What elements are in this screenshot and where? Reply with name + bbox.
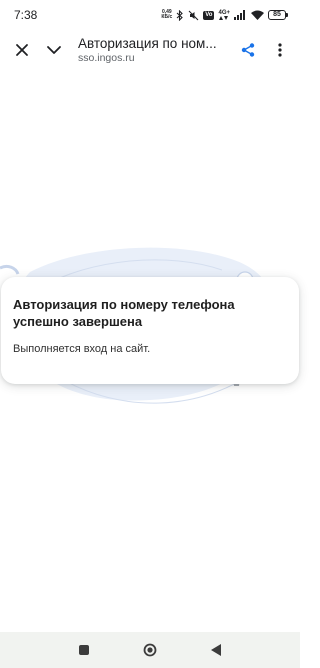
- card-title: Авторизация по номеру телефона успешно з…: [13, 297, 235, 329]
- recents-button[interactable]: [77, 643, 91, 657]
- network-indicator: 4G+: [218, 10, 230, 20]
- share-icon: [241, 43, 255, 57]
- auth-success-card: Авторизация по номеру телефона успешно з…: [1, 277, 299, 384]
- signal-icon: [234, 10, 247, 20]
- page-title: Авторизация по ном...: [78, 36, 217, 51]
- net-speed: 0,49 КБ/с: [161, 10, 172, 20]
- circle-icon: [143, 643, 157, 657]
- mute-icon: [188, 10, 199, 21]
- volte-badge: Vo: [203, 10, 215, 20]
- system-nav-bar: [0, 632, 300, 668]
- triangle-back-icon: [211, 644, 221, 656]
- status-bar: 7:38 0,49 КБ/с Vo 4G+ 85: [0, 0, 300, 30]
- collapse-button[interactable]: [38, 34, 70, 66]
- page-url: sso.ingos.ru: [78, 52, 135, 64]
- screen: 7:38 0,49 КБ/с Vo 4G+ 85 Авторизация по …: [0, 0, 300, 668]
- wifi-icon: [251, 10, 264, 20]
- page-info[interactable]: Авторизация по ном... sso.ingos.ru: [78, 35, 232, 65]
- card-message: Выполняется вход на сайт.: [13, 343, 151, 355]
- status-time: 7:38: [14, 8, 38, 22]
- status-icons: 0,49 КБ/с Vo 4G+ 85: [161, 9, 288, 21]
- chevron-down-icon: [47, 46, 61, 54]
- battery-icon: 85: [268, 10, 288, 20]
- net-speed-unit: КБ/с: [161, 14, 173, 20]
- back-button[interactable]: [209, 643, 223, 657]
- bluetooth-icon: [176, 9, 184, 21]
- square-icon: [79, 645, 89, 655]
- share-button[interactable]: [232, 34, 264, 66]
- battery-level: 85: [268, 10, 286, 20]
- more-menu-button[interactable]: [264, 34, 296, 66]
- close-icon: [16, 44, 28, 56]
- custom-tab-toolbar: Авторизация по ном... sso.ingos.ru: [0, 30, 300, 70]
- more-vert-icon: [278, 43, 282, 57]
- home-button[interactable]: [143, 643, 157, 657]
- close-button[interactable]: [6, 34, 38, 66]
